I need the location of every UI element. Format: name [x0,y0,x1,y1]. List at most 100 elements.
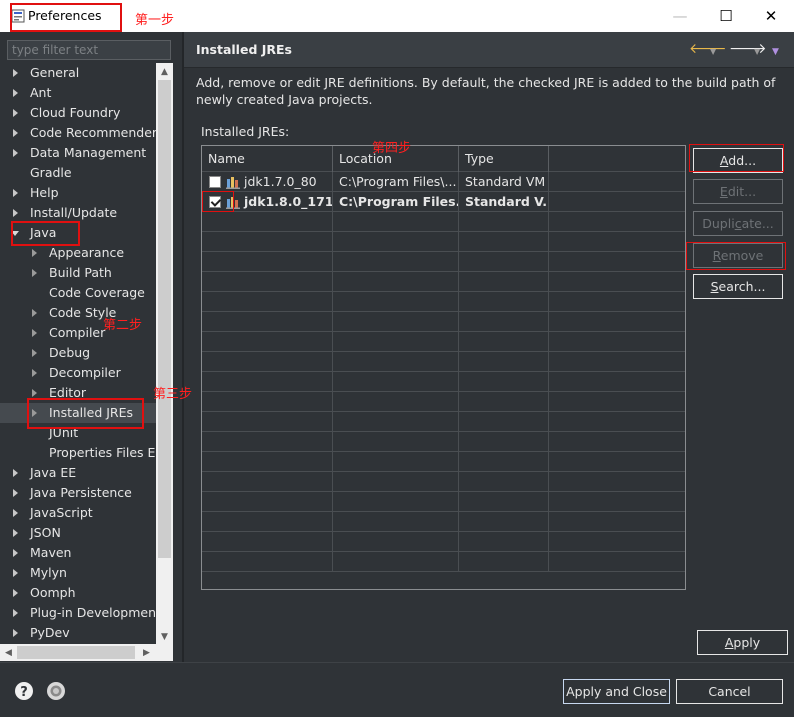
tree-expand-arrow-icon[interactable] [13,109,18,117]
tree-expand-arrow-icon[interactable] [13,549,18,557]
tree-expand-arrow-icon[interactable] [29,303,41,323]
table-row[interactable]: jdk1.8.0_171...C:\Program Files...Standa… [202,192,685,212]
tree-item[interactable]: Code Coverage [0,283,156,303]
tree-expand-arrow-icon[interactable] [32,389,37,397]
tree-vertical-scrollbar[interactable]: ▲ ▼ [156,63,173,645]
tree-item[interactable]: Ant [0,83,156,103]
table-row[interactable]: jdk1.7.0_80 C:\Program Files\... Standard … [202,172,685,192]
tree-expand-arrow-icon[interactable] [10,563,22,583]
tree-expand-arrow-icon[interactable] [13,489,18,497]
tree-expand-arrow-icon[interactable] [10,123,22,143]
column-header-type[interactable]: Type [459,146,549,172]
forward-dropdown-icon[interactable]: ▼ [754,44,760,60]
help-icon[interactable]: ? [14,681,34,701]
tree-item[interactable]: Debug [0,343,156,363]
tree-item[interactable]: Code Recommenders [0,123,156,143]
tree-expand-arrow-icon[interactable] [32,309,37,317]
scroll-down-arrow-icon[interactable]: ▼ [156,628,173,645]
tree-expand-arrow-icon[interactable] [10,583,22,603]
tree-expand-arrow-icon[interactable] [10,503,22,523]
tree-item[interactable]: PyDev [0,623,156,643]
tree-expand-arrow-icon[interactable] [29,323,41,343]
tree-expand-arrow-icon[interactable] [10,603,22,623]
view-menu-icon[interactable]: ▼ [772,44,779,60]
minimize-button[interactable]: — [657,0,703,32]
tree-expand-arrow-icon[interactable] [10,103,22,123]
tree-expand-arrow-icon[interactable] [13,609,18,617]
tree-expand-arrow-icon[interactable] [13,629,18,637]
tree-expand-arrow-icon[interactable] [10,483,22,503]
tree-expand-arrow-icon[interactable] [10,463,22,483]
tree-expand-arrow-icon[interactable] [13,69,18,77]
tree-expand-arrow-icon[interactable] [32,249,37,257]
tree-item[interactable]: Gradle [0,163,156,183]
cancel-button[interactable]: Cancel [676,679,783,704]
horizontal-scroll-thumb[interactable] [17,646,135,659]
tree-expand-arrow-icon[interactable] [29,363,41,383]
tree-expand-arrow-icon[interactable] [10,143,22,163]
tree-item[interactable]: Install/Update [0,203,156,223]
tree-item[interactable]: Appearance [0,243,156,263]
tree-item[interactable]: Properties Files Editor [0,443,156,463]
tree-item[interactable]: Help [0,183,156,203]
tree-expand-arrow-icon[interactable] [13,509,18,517]
tree-item[interactable]: JSON [0,523,156,543]
back-arrow-icon[interactable]: 🡐 [689,41,727,57]
tree-expand-arrow-icon[interactable] [13,189,18,197]
tree-item[interactable]: Java EE [0,463,156,483]
tree-expand-arrow-icon[interactable] [32,269,37,277]
scroll-up-arrow-icon[interactable]: ▲ [156,63,173,80]
maximize-button[interactable]: ☐ [703,0,749,32]
tree-expand-arrow-icon[interactable] [32,329,37,337]
edit-button[interactable]: Edit... [693,179,783,204]
tree-expand-arrow-icon[interactable] [10,543,22,563]
tree-item[interactable]: Build Path [0,263,156,283]
tree-item[interactable]: General [0,63,156,83]
search-button[interactable]: Search... [693,274,783,299]
tree-expand-arrow-icon[interactable] [13,149,18,157]
tree-expand-arrow-icon[interactable] [10,83,22,103]
tree-horizontal-scrollbar[interactable]: ◀ ▶ [0,644,173,661]
tree-expand-arrow-icon[interactable] [32,349,37,357]
scroll-right-arrow-icon[interactable]: ▶ [138,644,155,661]
tree-expand-arrow-icon[interactable] [10,203,22,223]
duplicate-button[interactable]: Duplicate... [693,211,783,236]
tree-expand-arrow-icon[interactable] [13,589,18,597]
column-header-name[interactable]: Name [202,146,333,172]
back-dropdown-icon[interactable]: ▼ [710,44,716,60]
tree-item[interactable]: Mylyn [0,563,156,583]
tree-expand-arrow-icon[interactable] [13,529,18,537]
tree-expand-arrow-icon[interactable] [10,523,22,543]
tree-item[interactable]: Data Management [0,143,156,163]
scroll-left-arrow-icon[interactable]: ◀ [0,644,17,661]
tree-expand-arrow-icon[interactable] [10,63,22,83]
vertical-scroll-thumb[interactable] [158,80,171,558]
tree-item[interactable]: Plug-in Development [0,603,156,623]
tree-item[interactable]: Cloud Foundry [0,103,156,123]
tree-expand-arrow-icon[interactable] [13,569,18,577]
tree-expand-arrow-icon[interactable] [13,469,18,477]
tree-expand-arrow-icon[interactable] [13,89,18,97]
table-row-empty [202,252,685,272]
tree-item[interactable]: JavaScript [0,503,156,523]
filter-input[interactable] [7,40,171,60]
tree-expand-arrow-icon[interactable] [29,263,41,283]
apply-and-close-button[interactable]: Apply and Close [563,679,670,704]
installed-jres-table[interactable]: Name Location Type jdk1.7.0_80 C:\Program… [201,145,686,590]
tree-item[interactable]: Java Persistence [0,483,156,503]
forward-arrow-icon[interactable]: 🡒 [729,41,767,57]
tree-expand-arrow-icon[interactable] [10,623,22,643]
tree-item[interactable]: Decompiler [0,363,156,383]
default-jre-checkbox[interactable] [209,176,221,188]
preference-import-export-icon[interactable] [46,681,66,701]
tree-expand-arrow-icon[interactable] [13,129,18,137]
tree-item[interactable]: Oomph [0,583,156,603]
apply-button[interactable]: Apply [697,630,788,655]
tree-expand-arrow-icon[interactable] [32,369,37,377]
tree-expand-arrow-icon[interactable] [10,183,22,203]
tree-item[interactable]: Maven [0,543,156,563]
tree-expand-arrow-icon[interactable] [29,343,41,363]
tree-expand-arrow-icon[interactable] [29,243,41,263]
tree-expand-arrow-icon[interactable] [13,209,18,217]
close-button[interactable]: ✕ [748,0,794,32]
